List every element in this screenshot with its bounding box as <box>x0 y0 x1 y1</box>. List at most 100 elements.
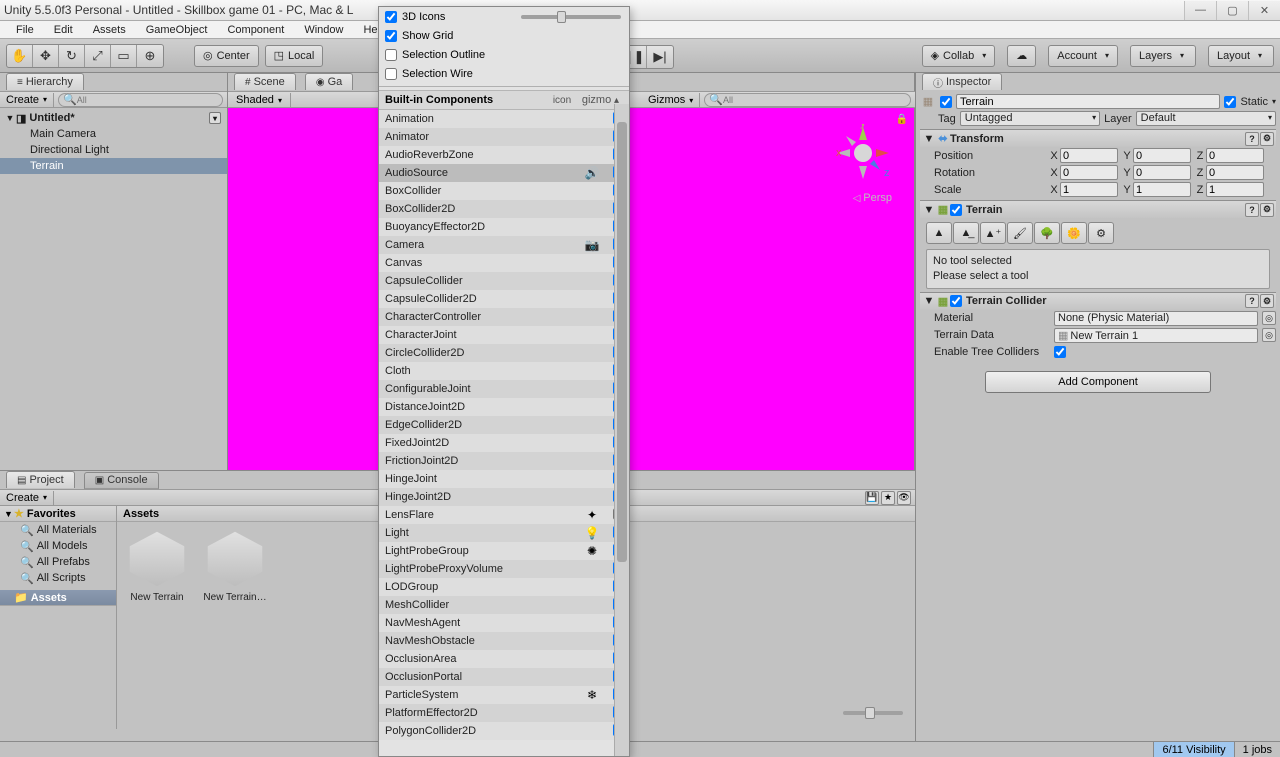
window-close-button[interactable]: ✕ <box>1248 1 1280 20</box>
gear-icon[interactable]: ⚙ <box>1260 294 1274 308</box>
component-icon[interactable]: ✦ <box>575 508 609 522</box>
asset-item[interactable]: New Terrain… <box>203 530 267 603</box>
gizmo-component-row[interactable]: LensFlare✦ <box>379 506 629 524</box>
opt-show-grid-checkbox[interactable] <box>385 30 397 42</box>
gizmo-component-row[interactable]: CapsuleCollider <box>379 272 629 290</box>
layout-dropdown[interactable]: Layout <box>1208 45 1274 67</box>
static-toggle[interactable] <box>1224 96 1236 108</box>
terrain-settings-button[interactable]: ⚙ <box>1088 222 1114 244</box>
gear-icon[interactable]: ⚙ <box>1260 132 1274 146</box>
gizmo-component-row[interactable]: Animator <box>379 128 629 146</box>
gizmo-component-row[interactable]: CapsuleCollider2D <box>379 290 629 308</box>
pos-y[interactable] <box>1133 148 1191 163</box>
hierarchy-create-dropdown[interactable]: Create <box>0 93 54 107</box>
menu-gameobject[interactable]: GameObject <box>136 22 218 38</box>
hand-tool-button[interactable]: ✋ <box>7 45 33 67</box>
gizmo-component-row[interactable]: OcclusionArea <box>379 650 629 668</box>
gizmo-component-row[interactable]: CircleCollider2D <box>379 344 629 362</box>
terrain-header[interactable]: ▼ ▦ Terrain ?⚙ <box>920 201 1276 218</box>
thumbnail-size-slider[interactable] <box>843 711 903 715</box>
component-icon[interactable]: ❄ <box>575 688 609 702</box>
material-field[interactable]: None (Physic Material) <box>1054 311 1258 326</box>
layers-dropdown[interactable]: Layers <box>1130 45 1196 67</box>
add-component-button[interactable]: Add Component <box>985 371 1211 393</box>
gizmo-component-row[interactable]: DistanceJoint2D <box>379 398 629 416</box>
gizmos-dropdown-button[interactable]: Gizmos <box>642 93 700 107</box>
opt-selection-outline[interactable]: Selection Outline <box>379 45 629 64</box>
component-icon[interactable]: 💡 <box>575 526 609 540</box>
game-tab[interactable]: ◉Ga <box>305 73 353 90</box>
hierarchy-item[interactable]: Directional Light <box>0 142 227 158</box>
gizmo-component-row[interactable]: ConfigurableJoint <box>379 380 629 398</box>
gizmo-component-row[interactable]: BoxCollider <box>379 182 629 200</box>
tag-dropdown[interactable]: Untagged <box>960 111 1100 126</box>
scene-search[interactable]: 🔍All <box>704 93 911 107</box>
proj-hidden-icon[interactable]: 👁 <box>897 491 911 505</box>
gizmo-component-row[interactable]: HingeJoint2D <box>379 488 629 506</box>
opt-3d-icons-checkbox[interactable] <box>385 11 397 23</box>
gear-icon[interactable]: ⚙ <box>1260 203 1274 217</box>
scl-x[interactable] <box>1060 182 1118 197</box>
terrain-collider-enabled-toggle[interactable] <box>950 295 962 307</box>
gizmo-component-row[interactable]: CharacterJoint <box>379 326 629 344</box>
scl-y[interactable] <box>1133 182 1191 197</box>
hierarchy-tab[interactable]: ≡Hierarchy <box>6 73 84 90</box>
scl-z[interactable] <box>1206 182 1264 197</box>
favorite-item[interactable]: 🔍All Materials <box>0 522 116 538</box>
gameobject-active-toggle[interactable] <box>940 96 952 108</box>
rotate-tool-button[interactable]: ↻ <box>59 45 85 67</box>
object-picker-icon[interactable]: ◎ <box>1262 311 1276 325</box>
rot-y[interactable] <box>1133 165 1191 180</box>
icon-size-slider[interactable] <box>521 15 621 19</box>
jobs-status[interactable]: 1 jobs <box>1235 744 1280 756</box>
cloud-button[interactable]: ☁ <box>1007 45 1036 67</box>
expand-icon[interactable]: ▼ <box>922 133 936 145</box>
gizmo-component-row[interactable]: Light💡 <box>379 524 629 542</box>
move-tool-button[interactable]: ✥ <box>33 45 59 67</box>
help-icon[interactable]: ? <box>1245 203 1259 217</box>
gizmo-component-row[interactable]: OcclusionPortal <box>379 668 629 686</box>
step-button[interactable]: ▶| <box>647 46 673 68</box>
gizmo-component-row[interactable]: LODGroup <box>379 578 629 596</box>
pos-x[interactable] <box>1060 148 1118 163</box>
project-create-dropdown[interactable]: Create <box>0 491 54 505</box>
terrain-tree-button[interactable]: 🌳 <box>1034 222 1060 244</box>
help-icon[interactable]: ? <box>1245 294 1259 308</box>
menu-assets[interactable]: Assets <box>83 22 136 38</box>
object-picker-icon[interactable]: ◎ <box>1262 328 1276 342</box>
menu-edit[interactable]: Edit <box>44 22 83 38</box>
gizmo-component-row[interactable]: LightProbeProxyVolume <box>379 560 629 578</box>
terrain-detail-button[interactable]: 🌼 <box>1061 222 1087 244</box>
opt-show-grid[interactable]: Show Grid <box>379 26 629 45</box>
gizmo-component-row[interactable]: AudioReverbZone <box>379 146 629 164</box>
opt-sel-outline-checkbox[interactable] <box>385 49 397 61</box>
terrain-paint-button[interactable]: ▲̲ <box>953 222 979 244</box>
local-global-toggle[interactable]: ◳ Local <box>265 45 324 67</box>
gizmo-component-row[interactable]: AudioSource🔊 <box>379 164 629 182</box>
gameobject-name-input[interactable] <box>956 94 1220 109</box>
gizmo-component-row[interactable]: CharacterController <box>379 308 629 326</box>
expand-icon[interactable]: ▼ <box>922 295 936 307</box>
window-minimize-button[interactable]: — <box>1184 1 1216 20</box>
hierarchy-item-selected[interactable]: Terrain <box>0 158 227 174</box>
proj-save-icon[interactable]: 💾 <box>865 491 879 505</box>
gizmo-component-row[interactable]: BuoyancyEffector2D <box>379 218 629 236</box>
inspector-tab[interactable]: ⓘInspector <box>922 73 1002 90</box>
assets-header[interactable]: 📁Assets <box>0 590 116 606</box>
pos-z[interactable] <box>1206 148 1264 163</box>
opt-3d-icons[interactable]: 3D Icons <box>379 7 629 26</box>
console-tab[interactable]: ▣Console <box>84 472 159 489</box>
rot-z[interactable] <box>1206 165 1264 180</box>
collab-dropdown[interactable]: ◈ Collab <box>922 45 996 67</box>
gizmo-component-row[interactable]: Canvas <box>379 254 629 272</box>
visibility-status[interactable]: 6/11 Visibility <box>1153 742 1234 757</box>
rot-x[interactable] <box>1060 165 1118 180</box>
gizmo-component-row[interactable]: PolygonCollider2D <box>379 722 629 740</box>
expand-icon[interactable]: ▼ <box>4 113 16 123</box>
menu-file[interactable]: File <box>6 22 44 38</box>
component-icon[interactable]: 🔊 <box>575 166 609 180</box>
terrain-enabled-toggle[interactable] <box>950 204 962 216</box>
menu-window[interactable]: Window <box>294 22 353 38</box>
gizmo-component-row[interactable]: EdgeCollider2D <box>379 416 629 434</box>
gizmo-component-row[interactable]: NavMeshAgent <box>379 614 629 632</box>
